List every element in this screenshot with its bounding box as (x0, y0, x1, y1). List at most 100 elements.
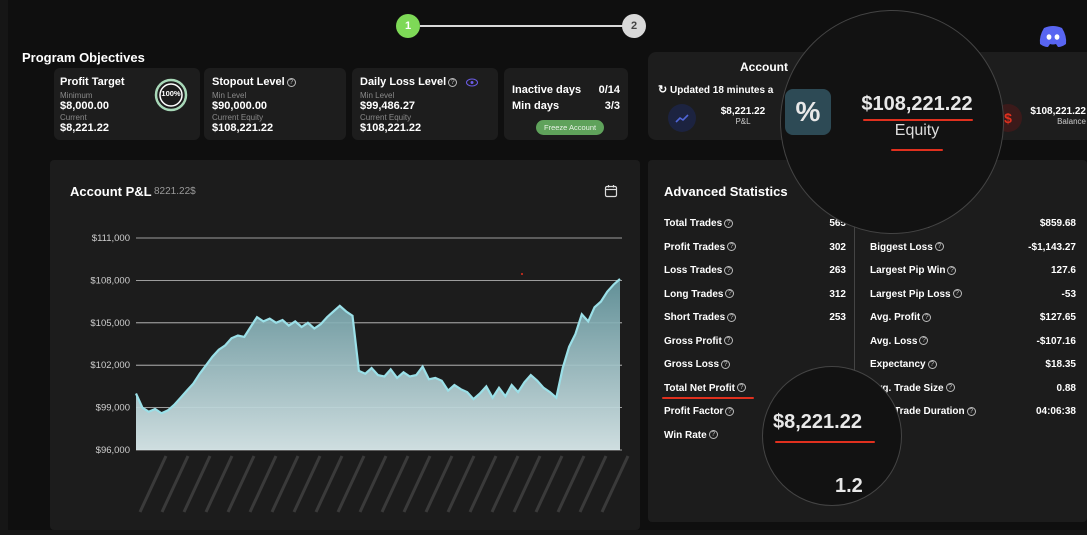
help-icon[interactable]: ? (919, 336, 929, 346)
stopout-level-title-text: Stopout Level (212, 76, 285, 88)
stat-value: 127.6 (1050, 265, 1076, 276)
refresh-icon[interactable]: ↻ (658, 84, 667, 96)
stat-value: 253 (829, 312, 846, 323)
stat-row: Largest Pip Win? 127.6 (870, 265, 1076, 276)
stat-label: Long Trades? (664, 288, 735, 300)
help-icon[interactable]: ? (922, 312, 932, 322)
stat-label-text: Profit Trades (664, 241, 726, 253)
help-icon[interactable]: ? (934, 242, 944, 252)
freeze-account-button[interactable]: Freeze Account (536, 120, 605, 135)
help-icon[interactable]: ? (966, 406, 976, 416)
total-net-profit-underline (662, 396, 754, 399)
stat-value: 04:06:38 (1035, 406, 1076, 417)
x-tick-label (182, 455, 212, 513)
help-icon[interactable]: ? (727, 312, 737, 322)
dashboard: 1 2 Program Objectives Profit Target Min… (8, 0, 1087, 530)
help-icon[interactable]: ? (723, 336, 733, 346)
help-icon[interactable]: ? (725, 289, 735, 299)
inactive-days-card: Inactive days 0/14 Min days 3/3 Freeze A… (504, 68, 628, 140)
stat-row: Avg. Trade Size? 0.88 (870, 383, 1076, 394)
stat-value: 0.88 (1056, 382, 1076, 394)
help-icon[interactable]: ? (945, 383, 955, 393)
x-tick-label (512, 455, 542, 513)
stopout-min-value: $90,000.00 (212, 100, 268, 112)
stat-label-text: Win Rate (664, 429, 707, 441)
profit-target-progress-label: 100% (161, 89, 181, 98)
stat-value: -53 (1061, 288, 1076, 300)
stat-row: Gross Profit? (664, 336, 846, 347)
stat-label: Win Rate? (664, 430, 718, 441)
stat-label: Avg. Profit? (870, 312, 932, 323)
help-icon[interactable]: ? (947, 265, 957, 275)
stat-label: Expectancy? (870, 359, 937, 370)
x-tick-label (556, 455, 586, 513)
stat-label: Loss Trades? (664, 265, 734, 276)
stat-row: Avg. Profit? $127.65 (870, 312, 1076, 323)
help-icon[interactable]: ? (727, 242, 737, 252)
min-days-value: 3/3 (604, 100, 620, 112)
stat-label-text: Loss Trades (664, 265, 723, 276)
equity-label-underline (891, 149, 943, 151)
stat-row: Avg. Trade Duration? 04:06:38 (870, 406, 1076, 417)
stat-value: 263 (829, 265, 846, 276)
stat-label: Short Trades? (664, 312, 737, 323)
stopout-min-label: Min Level (212, 91, 247, 100)
stat-value: $859.68 (1039, 218, 1076, 229)
help-icon[interactable]: ? (952, 289, 962, 299)
x-tick-label (490, 455, 520, 513)
equity-label: Equity (894, 122, 940, 139)
stat-label: Total Trades? (664, 218, 734, 229)
pnl-stat: $8,221.22 P&L (710, 106, 776, 126)
inactive-days-value: 0/14 (598, 84, 620, 96)
daily-loss-min-value: $99,486.27 (360, 100, 416, 112)
balance-stat: $108,221.22 Balance (1026, 106, 1086, 126)
profit-target-progress-ring: 100% (154, 78, 188, 112)
help-icon[interactable]: ? (721, 359, 731, 369)
x-tick-label (578, 455, 608, 513)
stepper-line (420, 25, 624, 27)
help-icon[interactable]: ? (927, 359, 937, 369)
stopout-current-label: Current Equity (212, 113, 264, 122)
help-icon[interactable]: ? (724, 218, 734, 228)
help-icon[interactable]: ? (724, 265, 734, 275)
profit-target-min-value: $8,000.00 (60, 100, 109, 112)
account-pnl-panel: Account P&L 8221.22$ $111,000 $108,000 $10… (50, 160, 640, 530)
stat-label-text: Profit Factor (664, 406, 724, 417)
help-icon[interactable]: ? (708, 430, 718, 440)
stat-label-text: Short Trades (664, 312, 726, 323)
y-tick-label: $105,000 (90, 318, 130, 329)
stat-label: Gross Loss? (664, 359, 731, 370)
stat-row: Expectancy? $18.35 (870, 359, 1076, 370)
stat-value: $127.65 (1039, 312, 1076, 323)
updated-status: ↻ Updated 18 minutes a (658, 83, 773, 96)
stopout-current-value: $108,221.22 (212, 122, 274, 134)
balance-label: Balance (1057, 117, 1086, 126)
profit-target-min-label: Minimum (60, 91, 93, 100)
daily-loss-title-text: Daily Loss Level (360, 76, 447, 88)
step-2-indicator[interactable]: 2 (622, 14, 646, 38)
help-icon[interactable]: ? (736, 383, 746, 393)
stat-label-text: Gross Loss (664, 359, 720, 370)
profit-target-current-value: $8,221.22 (60, 122, 109, 134)
help-icon[interactable]: ? (448, 77, 458, 87)
stat-row: Total Trades? 565 (664, 218, 846, 229)
stat-value: -$107.16 (1036, 335, 1076, 347)
stopout-level-card: Stopout Level? Min Level $90,000.00 Curr… (204, 68, 346, 140)
eye-icon[interactable] (466, 78, 479, 87)
daily-loss-card: Daily Loss Level? Min Level $99,486.27 C… (352, 68, 498, 140)
stat-label-text: Total Net Profit (664, 382, 735, 394)
stat-label-text: Long Trades (664, 288, 724, 300)
step-1-indicator[interactable]: 1 (396, 14, 420, 38)
discord-icon[interactable] (1038, 24, 1068, 48)
equity-magnifier: % $108,221.22 Equity (780, 10, 1004, 234)
help-icon[interactable]: ? (286, 77, 296, 87)
stat-label-text: Expectancy (870, 359, 926, 370)
equity-value-underline (863, 119, 973, 121)
stat-label-text: Total Trades (664, 218, 723, 229)
stat-row: Largest Pip Loss? -53 (870, 289, 1076, 300)
x-tick-label (248, 455, 278, 513)
stat-label: Profit Factor? (664, 406, 735, 417)
stat-row: Avg. Loss? -$107.16 (870, 336, 1076, 347)
y-tick-label: $99,000 (96, 403, 130, 414)
help-icon[interactable]: ? (725, 406, 735, 416)
